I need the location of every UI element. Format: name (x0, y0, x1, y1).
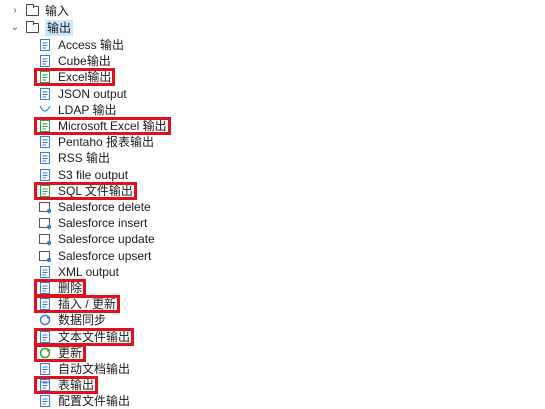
step-label: 数据同步 (58, 313, 107, 328)
step-label: Salesforce insert (58, 216, 148, 231)
sql-output-icon (38, 184, 52, 198)
step-item[interactable]: 更新 (38, 345, 82, 361)
folder-output[interactable]: ⌄ 输出 (10, 20, 74, 36)
step-label: Access 输出 (58, 38, 125, 52)
step-item[interactable]: Excel输出 (38, 69, 111, 85)
step-item[interactable]: Salesforce insert (38, 215, 147, 231)
step-label: Cube输出 (58, 54, 111, 69)
file-output-icon (38, 54, 52, 68)
step-label: LDAP 输出 (58, 102, 117, 117)
table-output-icon (38, 378, 52, 392)
folder-input[interactable]: › 输入 (10, 3, 69, 19)
step-item[interactable]: Microsoft Excel 输出 (38, 118, 167, 134)
step-item[interactable]: 插入 / 更新 (38, 296, 116, 312)
step-label: RSS 输出 (58, 151, 111, 166)
step-label: Salesforce delete (58, 200, 151, 214)
step-item[interactable]: 配置文件输出 (38, 393, 130, 409)
step-label: S3 file output (58, 167, 129, 182)
step-item[interactable]: Salesforce update (38, 231, 155, 247)
step-item[interactable]: 删除 (38, 280, 82, 296)
step-label: 删除 (58, 281, 83, 295)
step-item[interactable]: LDAP 输出 (38, 102, 116, 118)
step-label: 自动文档输出 (58, 362, 131, 376)
autodoc-icon (38, 362, 52, 376)
step-item[interactable]: SQL 文件输出 (38, 183, 133, 199)
delete-icon (38, 281, 52, 295)
folder-icon (26, 4, 39, 16)
salesforce-icon (38, 249, 52, 263)
step-label: 插入 / 更新 (58, 297, 117, 312)
step-item[interactable]: Salesforce upsert (38, 248, 151, 264)
step-label: 更新 (58, 345, 83, 360)
step-label: Excel输出 (58, 70, 112, 85)
step-item[interactable]: Access 输出 (38, 37, 124, 53)
excel-output-icon (38, 119, 52, 133)
report-output-icon (38, 135, 52, 149)
collapse-arrow-icon[interactable]: ⌄ (10, 20, 20, 36)
step-label: JSON output (58, 86, 127, 101)
salesforce-icon (38, 216, 52, 230)
salesforce-icon (38, 200, 52, 214)
step-label: SQL 文件输出 (58, 183, 133, 198)
step-item[interactable]: XML output (38, 264, 119, 280)
update-icon (38, 346, 52, 360)
step-label: 表输出 (58, 378, 95, 393)
ldap-output-icon (38, 103, 52, 117)
step-item[interactable]: RSS 输出 (38, 150, 110, 166)
step-item[interactable]: JSON output (38, 86, 127, 102)
step-label: Salesforce upsert (58, 248, 152, 263)
step-item[interactable]: Cube输出 (38, 53, 111, 69)
json-output-icon (38, 87, 52, 101)
step-item[interactable]: Salesforce delete (38, 199, 151, 215)
folder-label-input: 输入 (45, 4, 70, 18)
folder-label-output: 输出 (45, 20, 74, 36)
excel-output-icon (38, 70, 52, 84)
folder-icon (26, 21, 39, 33)
salesforce-icon (38, 232, 52, 246)
step-item[interactable]: 自动文档输出 (38, 361, 130, 377)
step-label: 配置文件输出 (58, 394, 131, 409)
expand-arrow-icon[interactable]: › (10, 3, 20, 19)
step-item[interactable]: 表输出 (38, 377, 94, 393)
step-item[interactable]: Pentaho 报表输出 (38, 134, 154, 150)
db-output-icon (38, 38, 52, 52)
step-label: XML output (58, 264, 119, 279)
step-item[interactable]: S3 file output (38, 167, 128, 183)
config-output-icon (38, 394, 52, 408)
rss-output-icon (38, 151, 52, 165)
step-label: Microsoft Excel 输出 (58, 119, 167, 133)
insert-update-icon (38, 297, 52, 311)
text-output-icon (38, 330, 52, 344)
step-item[interactable]: 文本文件输出 (38, 329, 130, 345)
step-tree: › 输入 ⌄ 输出 Access 输出 Cube输出 Excel输出 JSON out… (0, 0, 545, 409)
sync-icon (38, 313, 52, 327)
file-output-icon (38, 168, 52, 182)
step-label: Salesforce update (58, 232, 155, 247)
step-item[interactable]: 数据同步 (38, 312, 106, 328)
step-label: Pentaho 报表输出 (58, 135, 155, 150)
step-label: 文本文件输出 (58, 329, 131, 344)
xml-output-icon (38, 265, 52, 279)
